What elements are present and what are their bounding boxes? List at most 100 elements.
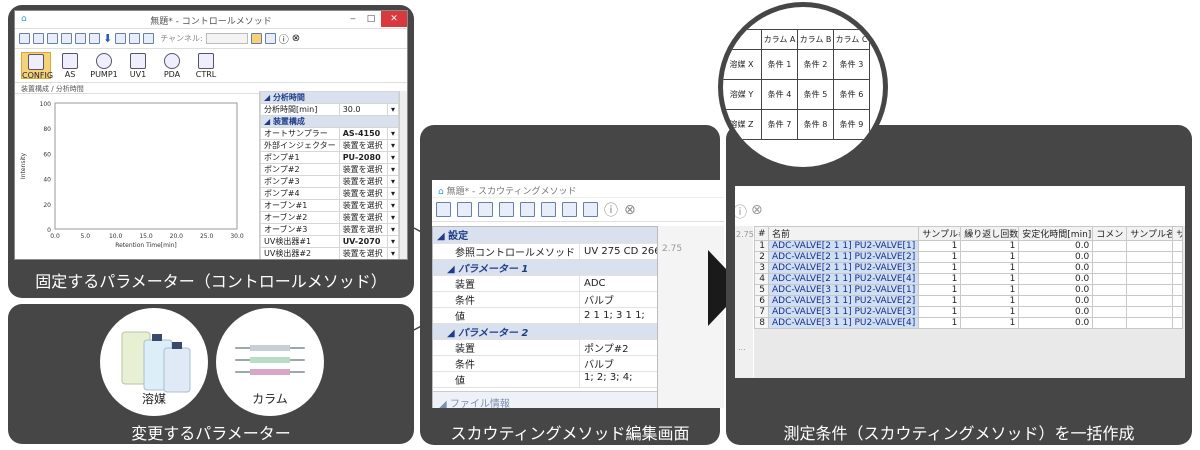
property-row[interactable]: オーブン#2 装置を選択 ▾ [260,211,399,224]
column-header[interactable]: サ [1172,226,1184,241]
device-tab-config[interactable]: CONFIG [21,52,53,80]
table-row[interactable]: 8 ADC-VALVE[3 1 1] PU2-VALVE[4] 1 1 0.0 [754,317,1184,329]
scouting-row[interactable]: 値 2 1 1; 3 1 1; [433,307,657,324]
file-info-section[interactable]: ◢ ファイル情報 [433,391,657,408]
condition-name[interactable]: ADC-VALVE[2 1 1] PU2-VALVE[4] [767,273,920,285]
save-icon[interactable] [47,33,58,44]
extra-cell[interactable] [1172,317,1184,329]
extra-cell[interactable] [1172,251,1184,263]
layout-icon[interactable] [250,33,262,44]
scouting-value[interactable]: 2 1 1; 3 1 1; [579,307,657,324]
comment-cell[interactable] [1092,273,1128,285]
sample-name-cell[interactable] [1126,306,1174,318]
open-folder-icon[interactable] [457,202,472,217]
extra-cell[interactable] [1172,284,1184,296]
property-row[interactable]: 外部インジェクター 装置を選択 ▾ [260,139,399,152]
table-row[interactable]: 4 ADC-VALVE[2 1 1] PU2-VALVE[4] 1 1 0.0 [754,273,1184,285]
column-header[interactable]: サンプル名 [1126,226,1174,241]
new-file-icon[interactable] [19,33,30,44]
dropdown-arrow-icon[interactable]: ▾ [386,103,399,116]
property-section[interactable]: ◢ 装置構成 [260,115,399,128]
edit-icon[interactable] [541,202,556,217]
property-value[interactable]: AS-4150 [338,127,388,140]
property-row[interactable]: ポンプ#1 PU-2080 ▾ [260,151,399,164]
folder-icon[interactable] [143,33,155,44]
property-row[interactable]: 分析時間[min] 30.0 ▾ [260,103,399,116]
save-all-icon[interactable] [520,202,535,217]
property-value[interactable]: 装置を選択 [338,211,388,224]
scouting-value[interactable]: UV 275 CD 266 CO2 75 [579,243,657,260]
save-all-icon[interactable] [75,33,86,44]
side-more[interactable]: ... [735,343,753,352]
scouting-value[interactable]: バルブ [579,291,657,308]
condition-name[interactable]: ADC-VALVE[2 1 1] PU2-VALVE[2] [767,251,920,263]
dropdown-arrow-icon[interactable]: ▾ [386,175,399,188]
edit-icon[interactable] [89,33,100,44]
condition-name[interactable]: ADC-VALVE[3 1 1] PU2-VALVE[2] [767,295,920,307]
property-row[interactable]: ポンプ#4 装置を選択 ▾ [260,187,399,200]
column-header[interactable]: 繰り返し回数 [960,226,1020,241]
scouting-row[interactable]: 参照コントロールメソッド UV 275 CD 266 CO2 75 [433,243,657,260]
property-value[interactable]: 装置を選択 [338,199,388,212]
scouting-value[interactable]: バルブ [579,355,657,372]
property-row[interactable]: オートサンプラー AS-4150 ▾ [260,127,399,140]
condition-name[interactable]: ADC-VALVE[2 1 1] PU2-VALVE[3] [767,262,920,274]
print-icon[interactable] [583,202,598,217]
dropdown-arrow-icon[interactable]: ▾ [386,151,399,164]
copy-icon[interactable] [129,33,141,44]
sample-name-cell[interactable] [1126,251,1174,263]
close-button[interactable]: ✕ [381,11,407,27]
download-icon[interactable] [562,202,577,217]
sample-name-cell[interactable] [1126,295,1174,307]
scouting-row[interactable]: 装置 ADC [433,275,657,292]
condition-name[interactable]: ADC-VALVE[3 1 1] PU2-VALVE[3] [767,306,920,318]
cancel-icon[interactable]: ⊗ [624,202,636,218]
print-icon[interactable] [264,33,276,44]
property-scrollbar[interactable] [399,91,407,259]
help-icon[interactable]: ⓘ [735,202,747,222]
comment-cell[interactable] [1092,251,1128,263]
sample-name-cell[interactable] [1126,240,1174,252]
comment-cell[interactable] [1092,306,1128,318]
save-icon[interactable] [478,202,493,217]
comment-cell[interactable] [1092,284,1128,296]
device-tab-pump1[interactable]: PUMP1 [89,52,119,79]
save-as-icon[interactable] [61,33,72,44]
table-row[interactable]: 3 ADC-VALVE[2 1 1] PU2-VALVE[3] 1 1 0.0 [754,262,1184,274]
scouting-row[interactable]: 条件 バルブ [433,355,657,372]
column-header[interactable]: サンプル# [918,226,962,241]
property-row[interactable]: ポンプ#2 装置を選択 ▾ [260,163,399,176]
extra-cell[interactable] [1172,306,1184,318]
maximize-button[interactable]: □ [363,11,379,27]
parameter-group[interactable]: ◢ パラメーター 2 [433,323,657,340]
new-file-icon[interactable] [436,202,451,217]
property-row[interactable]: ポンプ#3 装置を選択 ▾ [260,175,399,188]
scouting-value[interactable]: ポンプ#2 [579,339,657,356]
device-tab-pda[interactable]: PDA [157,52,187,79]
table-row[interactable]: 7 ADC-VALVE[3 1 1] PU2-VALVE[3] 1 1 0.0 [754,306,1184,318]
parameter-group[interactable]: ◢ パラメーター 1 [433,259,657,276]
channel-select[interactable] [205,33,248,44]
dropdown-arrow-icon[interactable]: ▾ [386,235,399,248]
property-row[interactable]: オーブン#3 装置を選択 ▾ [260,223,399,236]
device-tab-as[interactable]: AS [55,52,85,79]
scouting-value[interactable]: 1; 2; 3; 4;... [579,371,657,388]
sample-name-cell[interactable] [1126,317,1174,329]
table-row[interactable]: 5 ADC-VALVE[3 1 1] PU2-VALVE[1] 1 1 0.0 [754,284,1184,296]
help-icon[interactable]: ⓘ [604,200,618,220]
chart-icon[interactable] [115,33,127,44]
dropdown-arrow-icon[interactable]: ▾ [386,127,399,140]
property-value[interactable]: UV-2070 [338,235,388,248]
column-header[interactable]: 安定化時間[min] [1018,226,1094,241]
property-value[interactable]: 装置を選択 [338,175,388,188]
comment-cell[interactable] [1092,262,1128,274]
scouting-value[interactable]: ADC [579,275,657,292]
open-folder-icon[interactable] [33,33,44,44]
cancel-icon[interactable]: ⊗ [292,33,300,44]
table-row[interactable]: 1 ADC-VALVE[2 1 1] PU2-VALVE[1] 1 1 0.0 [754,240,1184,252]
table-row[interactable]: 6 ADC-VALVE[3 1 1] PU2-VALVE[2] 1 1 0.0 [754,295,1184,307]
scouting-row[interactable]: 値1; 2; 3; 4;... [433,371,657,388]
property-value[interactable]: 装置を選択 [338,163,388,176]
property-value[interactable]: 装置を選択 [338,139,388,152]
property-value[interactable]: PU-2080 [338,151,388,164]
